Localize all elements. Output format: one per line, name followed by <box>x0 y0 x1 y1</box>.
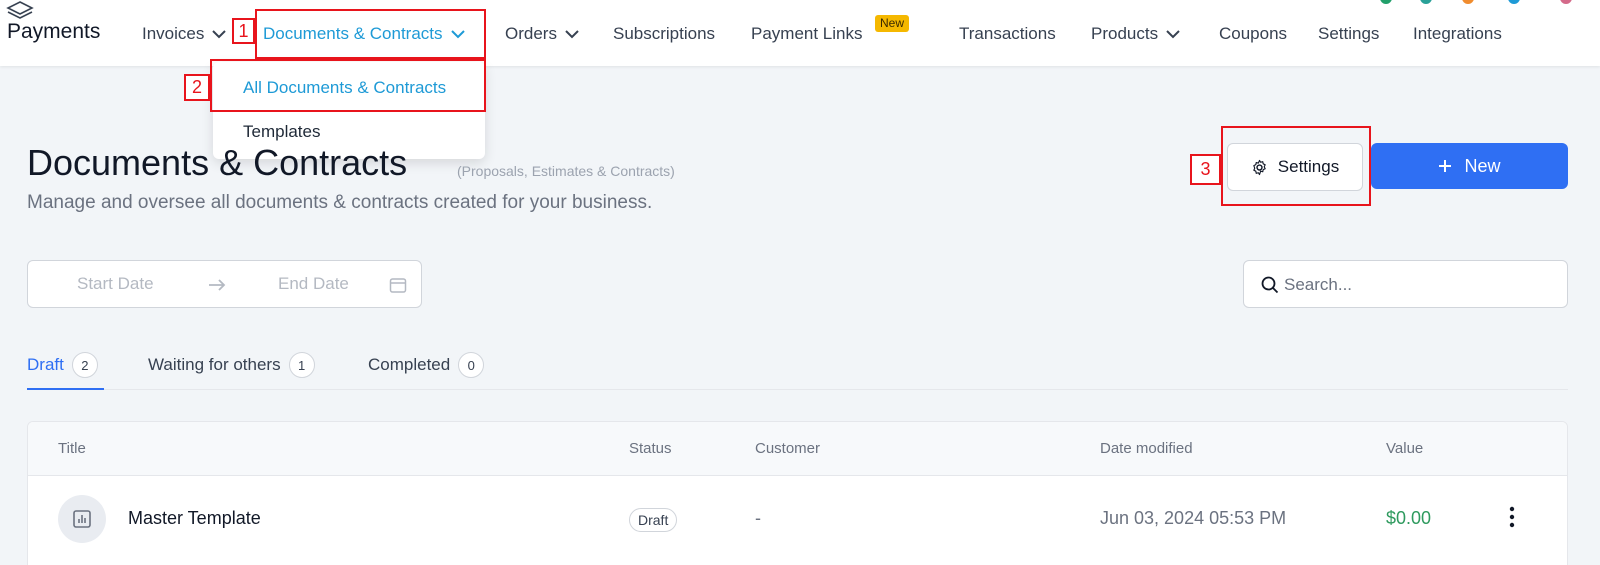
row-value: $0.00 <box>1386 508 1432 528</box>
tab-completed[interactable]: Completed 0 <box>368 352 485 378</box>
row-title[interactable]: Master Template <box>128 508 261 529</box>
brand-name: Payments <box>7 20 101 43</box>
status-dot <box>1420 0 1432 4</box>
nav-coupons[interactable]: Coupons <box>1219 24 1287 44</box>
new-button[interactable]: New <box>1371 143 1568 189</box>
nav-label: Integrations <box>1413 24 1502 43</box>
nav-invoices[interactable]: Invoices <box>142 24 227 44</box>
arrow-right-icon <box>209 279 226 291</box>
row-date-modified: Jun 03, 2024 05:53 PM <box>1100 508 1287 528</box>
status-dot <box>1462 0 1474 4</box>
nav-label: Subscriptions <box>613 24 716 43</box>
more-options-icon[interactable] <box>1508 506 1516 528</box>
annotation-label-3: 3 <box>1190 154 1221 185</box>
new-badge: New <box>875 15 910 32</box>
gear-icon <box>1253 159 1266 175</box>
column-header-value: Value <box>1386 440 1424 457</box>
nav-label: Invoices <box>142 24 205 43</box>
nav-payment-links[interactable]: Payment Links <box>751 24 863 44</box>
nav-subscriptions[interactable]: Subscriptions <box>613 24 715 44</box>
nav-label: Orders <box>505 24 557 43</box>
nav-integrations[interactable]: Integrations <box>1413 24 1502 44</box>
annotation-label-1: 1 <box>232 18 255 44</box>
search-input[interactable] <box>1284 273 1554 297</box>
nav-label: Transactions <box>959 24 1056 43</box>
annotation-box-1 <box>255 9 486 59</box>
tab-label: Completed <box>368 355 451 374</box>
tab-count: 1 <box>288 352 315 378</box>
chevron-down-icon <box>565 29 579 38</box>
search-box[interactable] <box>1243 260 1568 308</box>
column-header-customer: Customer <box>755 440 821 457</box>
tab-count: 0 <box>458 352 485 378</box>
status-dot <box>1380 0 1392 4</box>
document-chart-icon <box>58 495 106 543</box>
annotation-box-2 <box>210 59 486 112</box>
tab-draft[interactable]: Draft 2 <box>27 352 98 378</box>
active-tab-indicator <box>27 388 104 390</box>
calendar-icon <box>389 278 407 293</box>
column-header-title: Title <box>58 440 86 457</box>
dropdown-item-templates[interactable]: Templates <box>243 122 320 142</box>
new-button-label: New <box>1464 155 1501 176</box>
tab-count: 2 <box>71 352 98 378</box>
search-icon <box>1261 276 1279 294</box>
tab-label: Waiting for others <box>148 355 281 374</box>
page-title: Documents & Contracts <box>27 142 408 183</box>
nav-label: Products <box>1091 24 1159 43</box>
column-header-status: Status <box>629 440 672 457</box>
nav-label: Coupons <box>1219 24 1288 43</box>
status-badge: Draft <box>629 508 678 532</box>
nav-transactions[interactable]: Transactions <box>959 24 1056 44</box>
nav-orders[interactable]: Orders <box>505 24 579 44</box>
status-dot <box>1508 0 1520 4</box>
status-dot <box>1560 0 1572 4</box>
end-date-placeholder: End Date <box>278 274 349 293</box>
settings-button-label: Settings <box>1277 157 1340 176</box>
nav-label: Payment Links <box>751 24 863 43</box>
nav-products[interactable]: Products <box>1091 24 1180 44</box>
page-subtitle: (Proposals, Estimates & Contracts) <box>457 163 675 179</box>
start-date-placeholder: Start Date <box>77 274 154 293</box>
tab-waiting-for-others[interactable]: Waiting for others 1 <box>148 352 315 378</box>
tab-label: Draft <box>27 355 64 374</box>
nav-label: Settings <box>1318 24 1380 43</box>
chevron-down-icon <box>1166 29 1180 38</box>
tabs-divider <box>27 389 1568 390</box>
date-range-picker[interactable]: Start Date End Date <box>27 260 422 308</box>
nav-settings[interactable]: Settings <box>1318 24 1379 44</box>
row-customer: - <box>755 508 761 528</box>
page-description: Manage and oversee all documents & contr… <box>27 192 653 213</box>
column-header-date-modified: Date modified <box>1100 440 1193 457</box>
annotation-label-2: 2 <box>184 74 210 101</box>
plus-icon <box>1439 160 1452 172</box>
documents-table: Title Status Customer Date modified Valu… <box>27 421 1568 565</box>
table-header: Title Status Customer Date modified Valu… <box>28 422 1567 476</box>
settings-button[interactable]: Settings <box>1227 143 1363 191</box>
chevron-down-icon <box>212 29 227 38</box>
